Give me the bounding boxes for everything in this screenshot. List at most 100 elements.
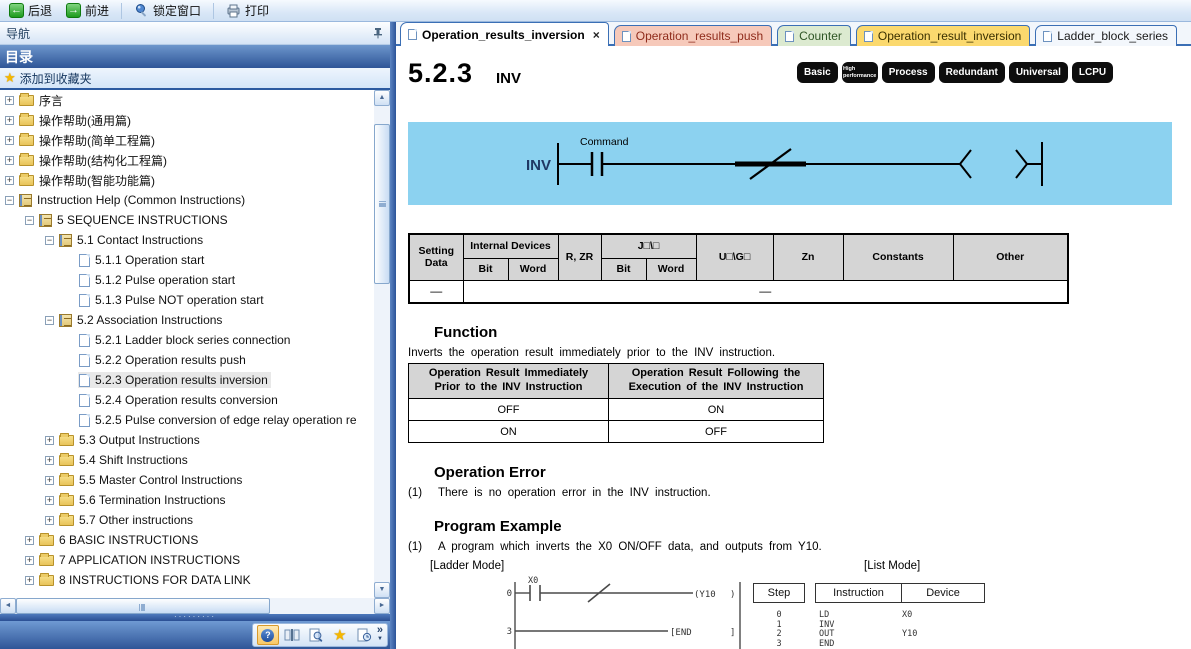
expand-plus-icon[interactable]: + xyxy=(25,536,34,545)
scroll-left-arrow-icon[interactable]: ◄ xyxy=(0,598,16,614)
tree-item[interactable]: +5.6 Termination Instructions xyxy=(0,490,374,510)
tree-vertical-scrollbar[interactable]: ▲ ▼ xyxy=(374,90,390,598)
tree-item-content[interactable]: 5.2.2 Operation results push xyxy=(78,352,249,368)
tree-item[interactable]: + 操作帮助(简单工程篇) xyxy=(0,130,374,150)
expand-plus-icon[interactable]: + xyxy=(45,436,54,445)
tree-item-content[interactable]: 5.1.2 Pulse operation start xyxy=(78,272,238,288)
expand-plus-icon[interactable]: + xyxy=(5,176,14,185)
search-view-button[interactable] xyxy=(305,625,327,645)
expand-plus-icon[interactable]: + xyxy=(25,576,34,585)
tree-item-content[interactable]: 操作帮助(智能功能篇) xyxy=(18,171,158,190)
tree-item-content[interactable]: 序言 xyxy=(18,91,66,110)
forward-arrow-icon: → xyxy=(66,3,81,18)
tree-item[interactable]: + 操作帮助(智能功能篇) xyxy=(0,170,374,190)
tree-item-content[interactable]: 5.2.4 Operation results conversion xyxy=(78,392,281,408)
expand-plus-icon[interactable]: + xyxy=(25,556,34,565)
tree-item-content[interactable]: 5.2.3 Operation results inversion xyxy=(78,372,271,388)
tree-item[interactable]: + 操作帮助(结构化工程篇) xyxy=(0,150,374,170)
col-result-following: Operation Result Following the Execution… xyxy=(609,364,824,399)
document-tab[interactable]: Ladder_block_series xyxy=(1035,25,1177,46)
tree-item-content[interactable]: 操作帮助(结构化工程篇) xyxy=(18,151,170,170)
help-viewer-window: ← 后退 → 前进 锁定窗口 打印 导航 xyxy=(0,0,1191,649)
collapse-minus-icon[interactable]: − xyxy=(45,316,54,325)
tree-item[interactable]: +5.7 Other instructions xyxy=(0,510,374,530)
tree-item[interactable]: −Instruction Help (Common Instructions) xyxy=(0,190,374,210)
tree-item-content[interactable]: 5 SEQUENCE INSTRUCTIONS xyxy=(38,212,231,228)
favorites-view-button[interactable]: ★ xyxy=(329,625,351,645)
horizontal-scrollbar-thumb[interactable] xyxy=(16,598,270,614)
tree-item-content[interactable]: 5.2 Association Instructions xyxy=(58,312,225,328)
scroll-down-arrow-icon[interactable]: ▼ xyxy=(374,582,390,598)
expand-plus-icon[interactable]: + xyxy=(45,456,54,465)
tree-item[interactable]: 5.1.3 Pulse NOT operation start xyxy=(0,290,374,310)
tree-item-content[interactable]: 5.1.1 Operation start xyxy=(78,252,207,268)
tree-item-content[interactable]: 5.4 Shift Instructions xyxy=(58,452,191,468)
tree-item-content[interactable]: 操作帮助(通用篇) xyxy=(18,111,134,130)
more-buttons-chevron-icon[interactable]: »▼ xyxy=(377,626,383,644)
auto-hide-pin-icon[interactable] xyxy=(372,27,384,39)
document-tab[interactable]: Operation_results_push xyxy=(614,25,772,46)
expand-plus-icon[interactable]: + xyxy=(45,476,54,485)
tree-item[interactable]: 5.2.3 Operation results inversion xyxy=(0,370,374,390)
tree-item-content[interactable]: 5.7 Other instructions xyxy=(58,512,196,528)
tree-horizontal-scrollbar[interactable]: ◄ ► xyxy=(0,598,390,614)
tree-item-content[interactable]: 操作帮助(简单工程篇) xyxy=(18,131,158,150)
tree-item[interactable]: 5.2.2 Operation results push xyxy=(0,350,374,370)
tree-item[interactable]: +6 BASIC INSTRUCTIONS xyxy=(0,530,374,550)
tree-item-content[interactable]: Instruction Help (Common Instructions) xyxy=(18,192,248,208)
panel-splitter[interactable]: ········· xyxy=(0,614,390,621)
expand-plus-icon[interactable]: + xyxy=(5,96,14,105)
tree-item[interactable]: + 操作帮助(通用篇) xyxy=(0,110,374,130)
history-view-button[interactable] xyxy=(353,625,375,645)
collapse-minus-icon[interactable]: − xyxy=(5,196,14,205)
tree-item[interactable]: 5.2.4 Operation results conversion xyxy=(0,390,374,410)
document-tab[interactable]: Counter xyxy=(777,25,851,46)
tree-item-content[interactable]: 6 BASIC INSTRUCTIONS xyxy=(38,532,201,548)
tab-close-icon[interactable]: × xyxy=(593,28,600,42)
tree-item[interactable]: +5.3 Output Instructions xyxy=(0,430,374,450)
document-tab[interactable]: Operation_result_inversion xyxy=(856,25,1030,46)
operation-error-number: (1) xyxy=(408,487,422,499)
tree-item[interactable]: +8 INSTRUCTIONS FOR DATA LINK xyxy=(0,570,374,590)
tree-item[interactable]: −5.2 Association Instructions xyxy=(0,310,374,330)
tree-item[interactable]: 5.1.2 Pulse operation start xyxy=(0,270,374,290)
tree-item[interactable]: 5.2.5 Pulse conversion of edge relay ope… xyxy=(0,410,374,430)
tree-item[interactable]: +5.4 Shift Instructions xyxy=(0,450,374,470)
tree-item[interactable]: −5.1 Contact Instructions xyxy=(0,230,374,250)
tree-item[interactable]: +7 APPLICATION INSTRUCTIONS xyxy=(0,550,374,570)
tree-item-content[interactable]: 5.1.3 Pulse NOT operation start xyxy=(78,292,267,308)
back-button[interactable]: ← 后退 xyxy=(4,1,57,20)
scroll-right-arrow-icon[interactable]: ► xyxy=(374,598,390,614)
tree-item-content[interactable]: 5.5 Master Control Instructions xyxy=(58,472,245,488)
expand-plus-icon[interactable]: + xyxy=(5,136,14,145)
result-cell: ON xyxy=(609,399,824,421)
lock-window-button[interactable]: 锁定窗口 xyxy=(129,1,206,20)
expand-plus-icon[interactable]: + xyxy=(45,496,54,505)
tree-item[interactable]: 5.1.1 Operation start xyxy=(0,250,374,270)
expand-plus-icon[interactable]: + xyxy=(45,516,54,525)
collapse-minus-icon[interactable]: − xyxy=(45,236,54,245)
tree-item-content[interactable]: 5.3 Output Instructions xyxy=(58,432,203,448)
vertical-scrollbar-thumb[interactable] xyxy=(374,124,390,284)
result-cell: OFF xyxy=(409,399,609,421)
contents-view-button[interactable]: ? xyxy=(257,625,279,645)
tree-item-content[interactable]: 8 INSTRUCTIONS FOR DATA LINK xyxy=(38,572,254,588)
tree-item[interactable]: +5.5 Master Control Instructions xyxy=(0,470,374,490)
tree-item[interactable]: −5 SEQUENCE INSTRUCTIONS xyxy=(0,210,374,230)
expand-plus-icon[interactable]: + xyxy=(5,156,14,165)
expand-plus-icon[interactable]: + xyxy=(5,116,14,125)
tree-item-content[interactable]: 7 APPLICATION INSTRUCTIONS xyxy=(38,552,243,568)
scroll-up-arrow-icon[interactable]: ▲ xyxy=(374,90,390,106)
tree-item-content[interactable]: 5.2.1 Ladder block series connection xyxy=(78,332,293,348)
add-to-favorites-button[interactable]: ★ 添加到收藏夹 xyxy=(0,68,390,90)
tree-item-content[interactable]: 5.6 Termination Instructions xyxy=(58,492,229,508)
tree-item[interactable]: + 序言 xyxy=(0,90,374,110)
collapse-minus-icon[interactable]: − xyxy=(25,216,34,225)
tree-item-content[interactable]: 5.1 Contact Instructions xyxy=(58,232,206,248)
document-tab[interactable]: Operation_results_inversion× xyxy=(400,22,609,46)
tree-item-content[interactable]: 5.2.5 Pulse conversion of edge relay ope… xyxy=(78,412,360,428)
print-button[interactable]: 打印 xyxy=(221,1,274,20)
forward-button[interactable]: → 前进 xyxy=(61,1,114,20)
tree-item[interactable]: 5.2.1 Ladder block series connection xyxy=(0,330,374,350)
index-view-button[interactable] xyxy=(281,625,303,645)
